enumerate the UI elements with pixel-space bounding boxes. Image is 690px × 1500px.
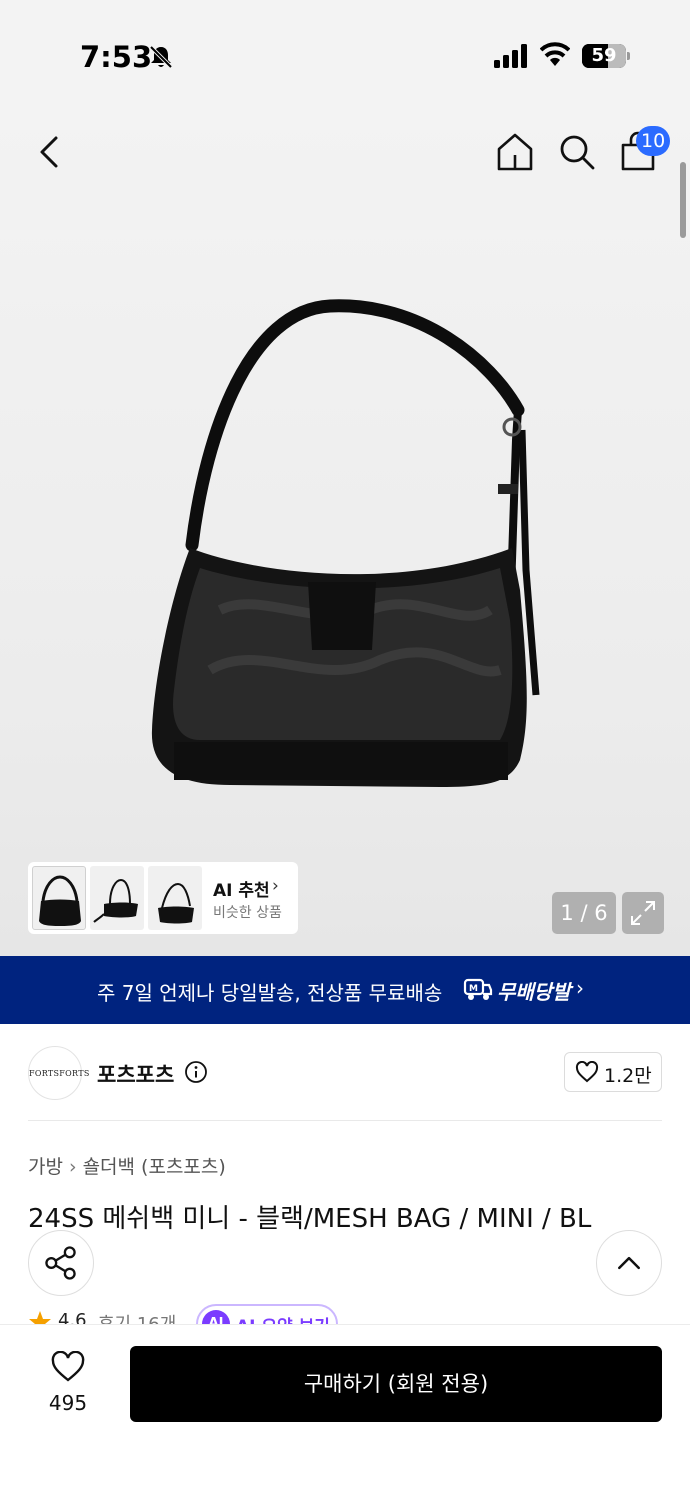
wish-count: 495 bbox=[48, 1391, 88, 1415]
delivery-banner[interactable]: 주 7일 언제나 당일발송, 전상품 무료배송 M 무배당발 › bbox=[0, 956, 690, 1024]
expand-icon[interactable] bbox=[622, 892, 664, 934]
status-time: 7:53 bbox=[80, 40, 153, 74]
brand-name[interactable]: 포츠포츠 bbox=[97, 1059, 174, 1089]
home-icon[interactable] bbox=[494, 130, 536, 174]
battery-level: 59 bbox=[591, 45, 617, 66]
ai-recommend-subtitle: 비슷한 상품 bbox=[213, 905, 282, 921]
divider bbox=[28, 1120, 662, 1121]
banner-text: 주 7일 언제나 당일발송, 전상품 무료배송 bbox=[97, 981, 443, 1005]
search-icon[interactable] bbox=[556, 130, 598, 174]
brand-like-button[interactable]: 1.2만 bbox=[564, 1052, 662, 1092]
breadcrumb: 가방 › 숄더백 (포츠포츠) bbox=[28, 1152, 226, 1179]
banner-brand: 무배당발 bbox=[497, 980, 571, 1004]
similar-product-thumbnail[interactable] bbox=[148, 866, 202, 930]
ai-recommend-card[interactable]: AI 추천 › 비슷한 상품 bbox=[28, 862, 298, 934]
product-gallery[interactable]: 10 AI 추천 › 비슷한 상품 1 / 6 bbox=[0, 110, 690, 956]
bell-muted-icon bbox=[149, 45, 173, 69]
chevron-right-icon: › bbox=[68, 1156, 77, 1178]
chevron-right-icon: › bbox=[576, 976, 584, 1000]
cellular-signal-icon bbox=[494, 44, 527, 68]
ai-summary-button[interactable]: AI AI 요약 보기 bbox=[196, 1304, 338, 1326]
chevron-up-icon[interactable] bbox=[596, 1230, 662, 1296]
similar-product-thumbnail[interactable] bbox=[32, 866, 86, 930]
brand-like-count: 1.2만 bbox=[604, 1065, 652, 1087]
heart-icon bbox=[575, 1061, 599, 1083]
chevron-right-icon: › bbox=[272, 876, 279, 896]
info-icon[interactable] bbox=[184, 1060, 208, 1084]
rating-row: 4.6 후기 16개 AI AI 요약 보기 bbox=[28, 1304, 428, 1326]
battery-icon: 59 bbox=[582, 44, 630, 68]
breadcrumb-item-subcategory[interactable]: 숄더백 (포츠포츠) bbox=[83, 1156, 226, 1178]
product-image bbox=[151, 299, 540, 787]
wifi-icon bbox=[540, 42, 570, 66]
brand-logo[interactable]: FORTSFORTS bbox=[28, 1046, 89, 1100]
similar-product-thumbnail[interactable] bbox=[90, 866, 144, 930]
share-icon[interactable] bbox=[28, 1230, 94, 1296]
product-title: 24SS 메쉬백 미니 - 블랙/MESH BAG / MINI / BL bbox=[28, 1204, 592, 1234]
image-pager: 1 / 6 bbox=[552, 892, 616, 934]
svg-text:M: M bbox=[469, 984, 478, 994]
breadcrumb-item-category[interactable]: 가방 bbox=[28, 1156, 63, 1178]
status-bar: 7:53 59 bbox=[0, 0, 690, 110]
buy-button[interactable]: 구매하기 (회원 전용) bbox=[130, 1346, 662, 1422]
delivery-truck-icon: M bbox=[463, 978, 493, 1000]
back-arrow-icon[interactable] bbox=[30, 130, 70, 174]
ai-recommend-title: AI 추천 bbox=[213, 881, 270, 901]
bottom-action-bar: 495 구매하기 (회원 전용) bbox=[0, 1324, 690, 1500]
heart-icon[interactable] bbox=[50, 1351, 86, 1383]
cart-count-badge: 10 bbox=[636, 126, 671, 156]
scrollbar[interactable] bbox=[680, 162, 686, 238]
